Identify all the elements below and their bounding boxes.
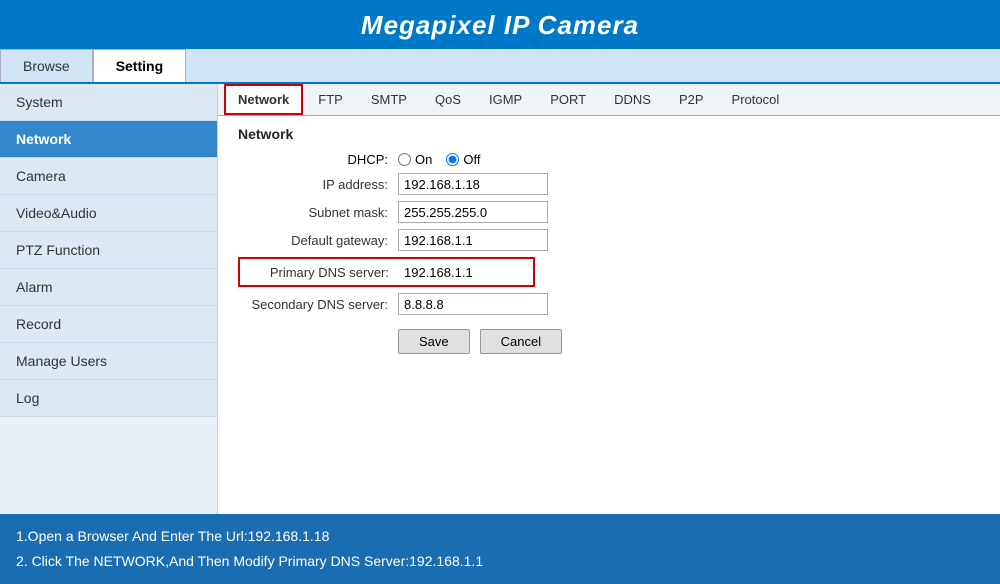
network-form: Network DHCP: On Off IP address: (218, 116, 1000, 514)
subnet-row: Subnet mask: (238, 201, 980, 223)
dhcp-on-radio[interactable] (398, 153, 411, 166)
button-row: Save Cancel (398, 329, 980, 354)
footer-line1: 1.Open a Browser And Enter The Url:192.1… (16, 524, 984, 549)
dhcp-on-option[interactable]: On (398, 152, 432, 167)
cancel-button[interactable]: Cancel (480, 329, 562, 354)
save-button[interactable]: Save (398, 329, 470, 354)
content-area: Network FTP SMTP QoS IGMP PORT DDNS P2P … (218, 84, 1000, 514)
sub-tab-bar: Network FTP SMTP QoS IGMP PORT DDNS P2P … (218, 84, 1000, 116)
sub-tab-igmp[interactable]: IGMP (476, 85, 535, 114)
sub-tab-network[interactable]: Network (224, 84, 303, 115)
footer: 1.Open a Browser And Enter The Url:192.1… (0, 514, 1000, 584)
sidebar-item-log[interactable]: Log (0, 380, 217, 417)
tab-setting[interactable]: Setting (93, 49, 186, 82)
sidebar-item-record[interactable]: Record (0, 306, 217, 343)
primary-dns-highlight-box: Primary DNS server: (238, 257, 535, 287)
sub-tab-protocol[interactable]: Protocol (719, 85, 793, 114)
sub-tab-ddns[interactable]: DDNS (601, 85, 664, 114)
sidebar-item-video-audio[interactable]: Video&Audio (0, 195, 217, 232)
dhcp-off-radio[interactable] (446, 153, 459, 166)
sidebar-item-manage-users[interactable]: Manage Users (0, 343, 217, 380)
dhcp-label: DHCP: (238, 152, 398, 167)
gateway-label: Default gateway: (238, 233, 398, 248)
app-title: Megapixel IP Camera (0, 10, 1000, 41)
tab-browse[interactable]: Browse (0, 49, 93, 82)
ip-input[interactable] (398, 173, 548, 195)
dhcp-radio-group: On Off (398, 152, 480, 167)
footer-line2: 2. Click The NETWORK,And Then Modify Pri… (16, 549, 984, 574)
sub-tab-p2p[interactable]: P2P (666, 85, 717, 114)
main-layout: System Network Camera Video&Audio PTZ Fu… (0, 84, 1000, 514)
sidebar-item-network[interactable]: Network (0, 121, 217, 158)
sidebar: System Network Camera Video&Audio PTZ Fu… (0, 84, 218, 514)
ip-address-row: IP address: (238, 173, 980, 195)
secondary-dns-input[interactable] (398, 293, 548, 315)
sidebar-item-system[interactable]: System (0, 84, 217, 121)
sub-tab-smtp[interactable]: SMTP (358, 85, 420, 114)
secondary-dns-label: Secondary DNS server: (238, 297, 398, 312)
subnet-input[interactable] (398, 201, 548, 223)
ip-label: IP address: (238, 177, 398, 192)
dhcp-off-label: Off (463, 152, 480, 167)
sidebar-item-alarm[interactable]: Alarm (0, 269, 217, 306)
app-header: Megapixel IP Camera (0, 0, 1000, 49)
subnet-label: Subnet mask: (238, 205, 398, 220)
section-title: Network (238, 126, 980, 142)
sidebar-item-camera[interactable]: Camera (0, 158, 217, 195)
dhcp-row: DHCP: On Off (238, 152, 980, 167)
sidebar-item-ptz[interactable]: PTZ Function (0, 232, 217, 269)
sub-tab-ftp[interactable]: FTP (305, 85, 356, 114)
sub-tab-port[interactable]: PORT (537, 85, 599, 114)
gateway-row: Default gateway: (238, 229, 980, 251)
primary-dns-row: Primary DNS server: (238, 257, 980, 287)
primary-dns-label: Primary DNS server: (244, 265, 399, 280)
sub-tab-qos[interactable]: QoS (422, 85, 474, 114)
secondary-dns-row: Secondary DNS server: (238, 293, 980, 315)
main-tab-bar: Browse Setting (0, 49, 1000, 84)
primary-dns-input[interactable] (399, 261, 529, 283)
gateway-input[interactable] (398, 229, 548, 251)
dhcp-off-option[interactable]: Off (446, 152, 480, 167)
dhcp-on-label: On (415, 152, 432, 167)
